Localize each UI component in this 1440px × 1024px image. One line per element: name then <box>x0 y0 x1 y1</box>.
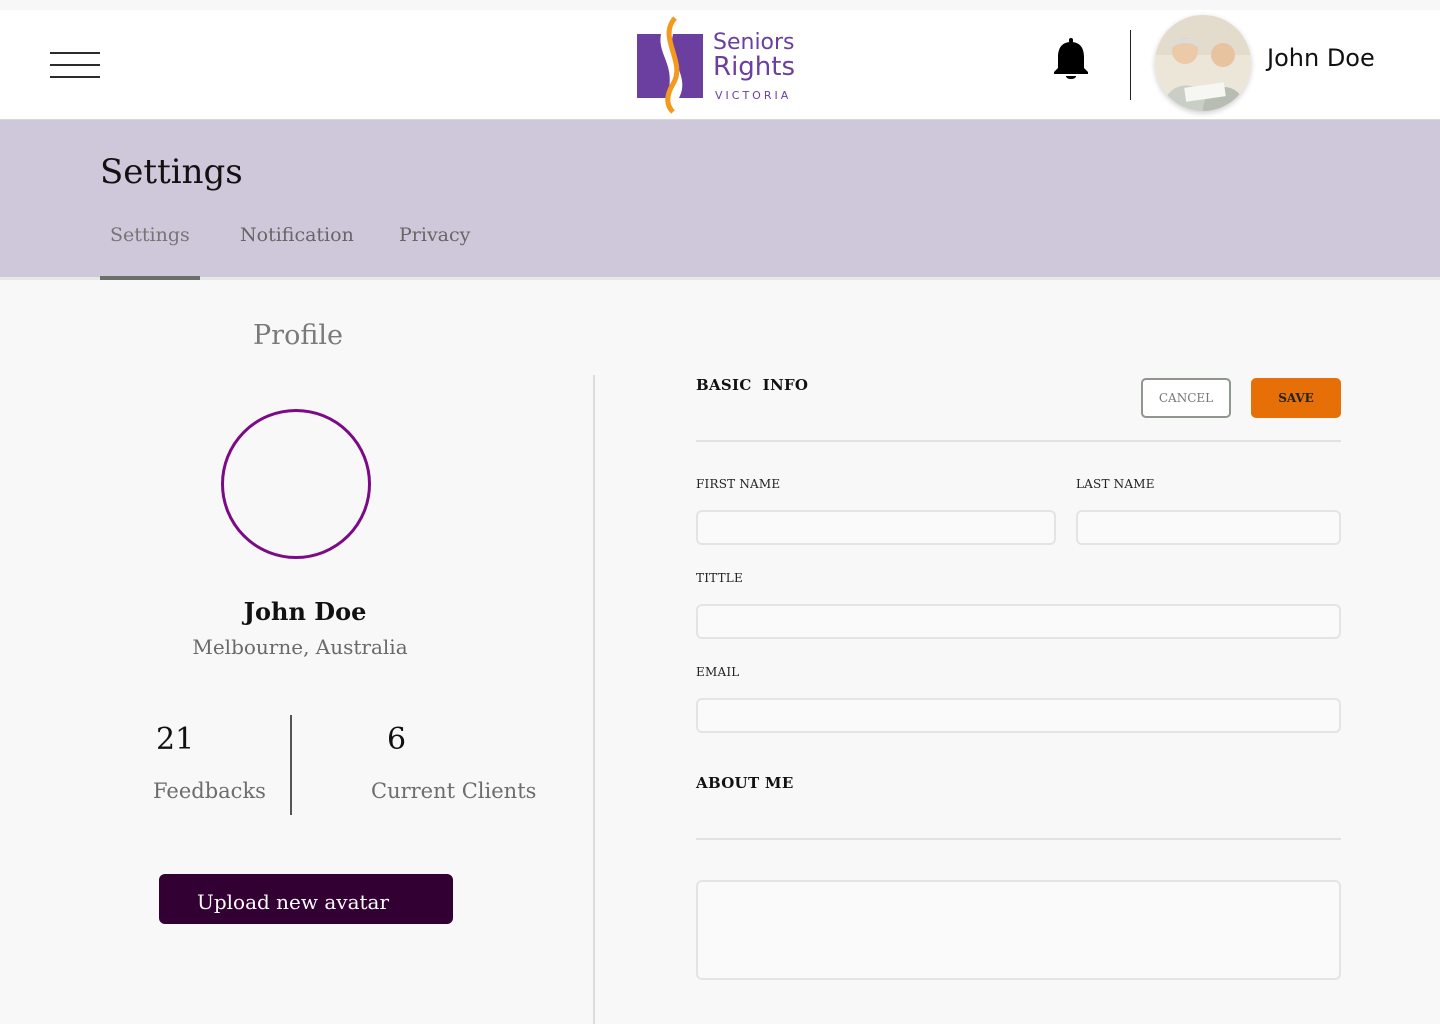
about-me-divider <box>696 838 1341 840</box>
email-label: EMAIL <box>696 665 740 679</box>
basic-info-heading: BASIC INFO <box>696 376 809 394</box>
hamburger-menu-icon[interactable] <box>50 50 100 80</box>
profile-heading: Profile <box>253 320 343 351</box>
active-tab-indicator <box>100 276 200 280</box>
header-divider <box>1130 30 1131 100</box>
profile-name: John Doe <box>243 597 367 626</box>
cancel-button[interactable]: CANCEL <box>1141 378 1231 418</box>
stat-clients-value: 6 <box>387 722 407 757</box>
user-photo-icon <box>1155 15 1251 111</box>
tab-privacy[interactable]: Privacy <box>399 224 470 246</box>
about-me-heading: ABOUT ME <box>696 774 794 792</box>
band-bottom-border <box>0 277 1440 280</box>
tab-notification[interactable]: Notification <box>240 224 354 246</box>
stat-feedbacks-value: 21 <box>156 722 195 757</box>
title-input[interactable] <box>696 604 1341 639</box>
settings-header-band: Settings Settings Notification Privacy <box>0 120 1440 278</box>
logo-text-victoria: VICTORIA <box>715 89 791 102</box>
stat-feedbacks-label: Feedbacks <box>153 779 266 803</box>
app-header: Seniors Rights VICTORIA John Doe <box>0 10 1440 120</box>
seniors-rights-logo[interactable]: Seniors Rights VICTORIA <box>633 16 798 114</box>
profile-avatar-placeholder <box>221 409 371 559</box>
column-divider <box>593 375 595 1024</box>
page-title: Settings <box>100 152 243 192</box>
save-button[interactable]: SAVE <box>1251 378 1341 418</box>
last-name-input[interactable] <box>1076 510 1341 545</box>
header-username[interactable]: John Doe <box>1267 44 1375 72</box>
stats-divider <box>290 715 292 815</box>
first-name-label: FIRST NAME <box>696 477 781 491</box>
about-me-textarea[interactable] <box>696 880 1341 980</box>
last-name-label: LAST NAME <box>1076 477 1155 491</box>
top-strip <box>0 0 1440 10</box>
basic-info-divider <box>696 440 1341 442</box>
upload-avatar-button[interactable]: Upload new avatar <box>159 874 453 924</box>
stat-clients-label: Current Clients <box>371 779 537 803</box>
profile-location: Melbourne, Australia <box>192 635 408 659</box>
user-avatar[interactable] <box>1155 15 1251 111</box>
tab-settings[interactable]: Settings <box>110 224 190 246</box>
first-name-input[interactable] <box>696 510 1056 545</box>
logo-mark-icon: Seniors Rights VICTORIA <box>637 16 795 114</box>
logo-text-rights: Rights <box>713 52 795 82</box>
title-label: TITTLE <box>696 571 743 585</box>
bell-icon[interactable] <box>1052 38 1090 82</box>
email-input[interactable] <box>696 698 1341 733</box>
